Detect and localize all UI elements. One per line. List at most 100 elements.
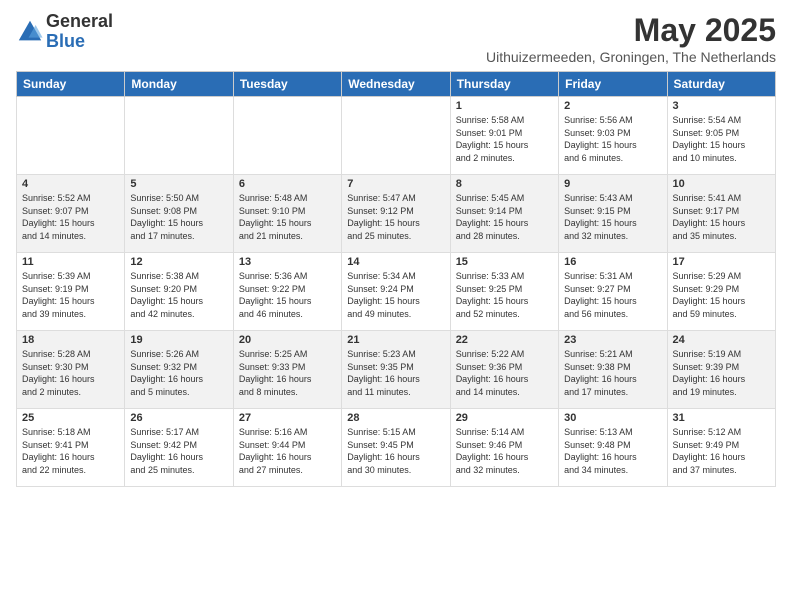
day-info: Sunrise: 5:41 AMSunset: 9:17 PMDaylight:… [673, 192, 770, 242]
week-row-2: 4 Sunrise: 5:52 AMSunset: 9:07 PMDaylight… [17, 175, 776, 253]
day-cell-5: 5 Sunrise: 5:50 AMSunset: 9:08 PMDaylight… [125, 175, 233, 253]
day-cell-10: 10 Sunrise: 5:41 AMSunset: 9:17 PMDayligh… [667, 175, 775, 253]
day-info: Sunrise: 5:17 AMSunset: 9:42 PMDaylight:… [130, 426, 227, 476]
weekday-header-wednesday: Wednesday [342, 72, 450, 97]
day-number: 14 [347, 256, 444, 268]
day-cell-4: 4 Sunrise: 5:52 AMSunset: 9:07 PMDaylight… [17, 175, 125, 253]
day-cell-30: 30Sunrise: 5:13 AMSunset: 9:48 PMDayligh… [559, 409, 667, 487]
day-number: 25 [22, 412, 119, 424]
day-number: 8 [456, 178, 553, 190]
day-cell-1: 1 Sunrise: 5:58 AMSunset: 9:01 PMDaylight… [450, 97, 558, 175]
page: General Blue May 2025 Uithuizermeeden, G… [0, 0, 792, 499]
day-number: 20 [239, 334, 336, 346]
day-cell-26: 26Sunrise: 5:17 AMSunset: 9:42 PMDayligh… [125, 409, 233, 487]
weekday-header-row: SundayMondayTuesdayWednesdayThursdayFrid… [17, 72, 776, 97]
day-info: Sunrise: 5:56 AMSunset: 9:03 PMDaylight:… [564, 114, 661, 164]
day-info: Sunrise: 5:22 AMSunset: 9:36 PMDaylight:… [456, 348, 553, 398]
day-number: 7 [347, 178, 444, 190]
day-info: Sunrise: 5:45 AMSunset: 9:14 PMDaylight:… [456, 192, 553, 242]
day-number: 23 [564, 334, 661, 346]
day-cell-22: 22 Sunrise: 5:22 AMSunset: 9:36 PMDayligh… [450, 331, 558, 409]
day-number: 9 [564, 178, 661, 190]
day-info: Sunrise: 5:25 AMSunset: 9:33 PMDaylight:… [239, 348, 336, 398]
day-cell-19: 19 Sunrise: 5:26 AMSunset: 9:32 PMDayligh… [125, 331, 233, 409]
day-info: Sunrise: 5:28 AMSunset: 9:30 PMDaylight:… [22, 348, 119, 398]
day-number: 22 [456, 334, 553, 346]
logo: General Blue [16, 12, 113, 52]
day-cell-17: 17Sunrise: 5:29 AMSunset: 9:29 PMDayligh… [667, 253, 775, 331]
weekday-header-sunday: Sunday [17, 72, 125, 97]
logo-blue: Blue [46, 32, 113, 52]
day-cell-23: 23 Sunrise: 5:21 AMSunset: 9:38 PMDayligh… [559, 331, 667, 409]
weekday-header-monday: Monday [125, 72, 233, 97]
day-number: 13 [239, 256, 336, 268]
day-number: 24 [673, 334, 770, 346]
week-row-3: 11 Sunrise: 5:39 AMSunset: 9:19 PMDayligh… [17, 253, 776, 331]
day-number: 31 [673, 412, 770, 424]
day-info: Sunrise: 5:14 AMSunset: 9:46 PMDaylight:… [456, 426, 553, 476]
day-cell-6: 6 Sunrise: 5:48 AMSunset: 9:10 PMDaylight… [233, 175, 341, 253]
day-number: 16 [564, 256, 661, 268]
day-number: 28 [347, 412, 444, 424]
day-info: Sunrise: 5:47 AMSunset: 9:12 PMDaylight:… [347, 192, 444, 242]
week-row-5: 25 Sunrise: 5:18 AMSunset: 9:41 PMDayligh… [17, 409, 776, 487]
empty-cell [17, 97, 125, 175]
day-cell-3: 3 Sunrise: 5:54 AMSunset: 9:05 PMDaylight… [667, 97, 775, 175]
day-cell-11: 11 Sunrise: 5:39 AMSunset: 9:19 PMDayligh… [17, 253, 125, 331]
day-number: 1 [456, 100, 553, 112]
day-cell-9: 9 Sunrise: 5:43 AMSunset: 9:15 PMDaylight… [559, 175, 667, 253]
day-cell-14: 14 Sunrise: 5:34 AMSunset: 9:24 PMDayligh… [342, 253, 450, 331]
header: General Blue May 2025 Uithuizermeeden, G… [16, 12, 776, 65]
day-info: Sunrise: 5:52 AMSunset: 9:07 PMDaylight:… [22, 192, 119, 242]
logo-general: General [46, 12, 113, 32]
day-number: 29 [456, 412, 553, 424]
empty-cell [342, 97, 450, 175]
day-info: Sunrise: 5:29 AMSunset: 9:29 PMDaylight:… [673, 270, 770, 320]
day-cell-21: 21Sunrise: 5:23 AMSunset: 9:35 PMDayligh… [342, 331, 450, 409]
day-info: Sunrise: 5:12 AMSunset: 9:49 PMDaylight:… [673, 426, 770, 476]
day-info: Sunrise: 5:18 AMSunset: 9:41 PMDaylight:… [22, 426, 119, 476]
day-info: Sunrise: 5:15 AMSunset: 9:45 PMDaylight:… [347, 426, 444, 476]
day-info: Sunrise: 5:33 AMSunset: 9:25 PMDaylight:… [456, 270, 553, 320]
day-info: Sunrise: 5:34 AMSunset: 9:24 PMDaylight:… [347, 270, 444, 320]
month-title: May 2025 [486, 12, 776, 49]
day-info: Sunrise: 5:23 AMSunset: 9:35 PMDaylight:… [347, 348, 444, 398]
day-number: 11 [22, 256, 119, 268]
day-number: 19 [130, 334, 227, 346]
day-number: 30 [564, 412, 661, 424]
day-number: 4 [22, 178, 119, 190]
day-info: Sunrise: 5:50 AMSunset: 9:08 PMDaylight:… [130, 192, 227, 242]
day-cell-15: 15Sunrise: 5:33 AMSunset: 9:25 PMDayligh… [450, 253, 558, 331]
day-number: 27 [239, 412, 336, 424]
day-cell-8: 8 Sunrise: 5:45 AMSunset: 9:14 PMDaylight… [450, 175, 558, 253]
day-info: Sunrise: 5:39 AMSunset: 9:19 PMDaylight:… [22, 270, 119, 320]
day-info: Sunrise: 5:58 AMSunset: 9:01 PMDaylight:… [456, 114, 553, 164]
day-cell-13: 13 Sunrise: 5:36 AMSunset: 9:22 PMDayligh… [233, 253, 341, 331]
day-cell-29: 29 Sunrise: 5:14 AMSunset: 9:46 PMDayligh… [450, 409, 558, 487]
empty-cell [233, 97, 341, 175]
week-row-4: 18Sunrise: 5:28 AMSunset: 9:30 PMDayligh… [17, 331, 776, 409]
day-info: Sunrise: 5:54 AMSunset: 9:05 PMDaylight:… [673, 114, 770, 164]
day-number: 2 [564, 100, 661, 112]
day-cell-27: 27Sunrise: 5:16 AMSunset: 9:44 PMDayligh… [233, 409, 341, 487]
day-cell-24: 24Sunrise: 5:19 AMSunset: 9:39 PMDayligh… [667, 331, 775, 409]
day-info: Sunrise: 5:21 AMSunset: 9:38 PMDaylight:… [564, 348, 661, 398]
day-info: Sunrise: 5:43 AMSunset: 9:15 PMDaylight:… [564, 192, 661, 242]
day-cell-7: 7 Sunrise: 5:47 AMSunset: 9:12 PMDaylight… [342, 175, 450, 253]
empty-cell [125, 97, 233, 175]
calendar-table: SundayMondayTuesdayWednesdayThursdayFrid… [16, 71, 776, 487]
day-number: 5 [130, 178, 227, 190]
day-number: 3 [673, 100, 770, 112]
day-info: Sunrise: 5:48 AMSunset: 9:10 PMDaylight:… [239, 192, 336, 242]
weekday-header-friday: Friday [559, 72, 667, 97]
day-number: 10 [673, 178, 770, 190]
day-cell-20: 20 Sunrise: 5:25 AMSunset: 9:33 PMDayligh… [233, 331, 341, 409]
day-info: Sunrise: 5:26 AMSunset: 9:32 PMDaylight:… [130, 348, 227, 398]
day-number: 12 [130, 256, 227, 268]
day-info: Sunrise: 5:36 AMSunset: 9:22 PMDaylight:… [239, 270, 336, 320]
day-info: Sunrise: 5:31 AMSunset: 9:27 PMDaylight:… [564, 270, 661, 320]
day-cell-16: 16 Sunrise: 5:31 AMSunset: 9:27 PMDayligh… [559, 253, 667, 331]
title-area: May 2025 Uithuizermeeden, Groningen, The… [486, 12, 776, 65]
day-cell-18: 18Sunrise: 5:28 AMSunset: 9:30 PMDayligh… [17, 331, 125, 409]
day-number: 6 [239, 178, 336, 190]
